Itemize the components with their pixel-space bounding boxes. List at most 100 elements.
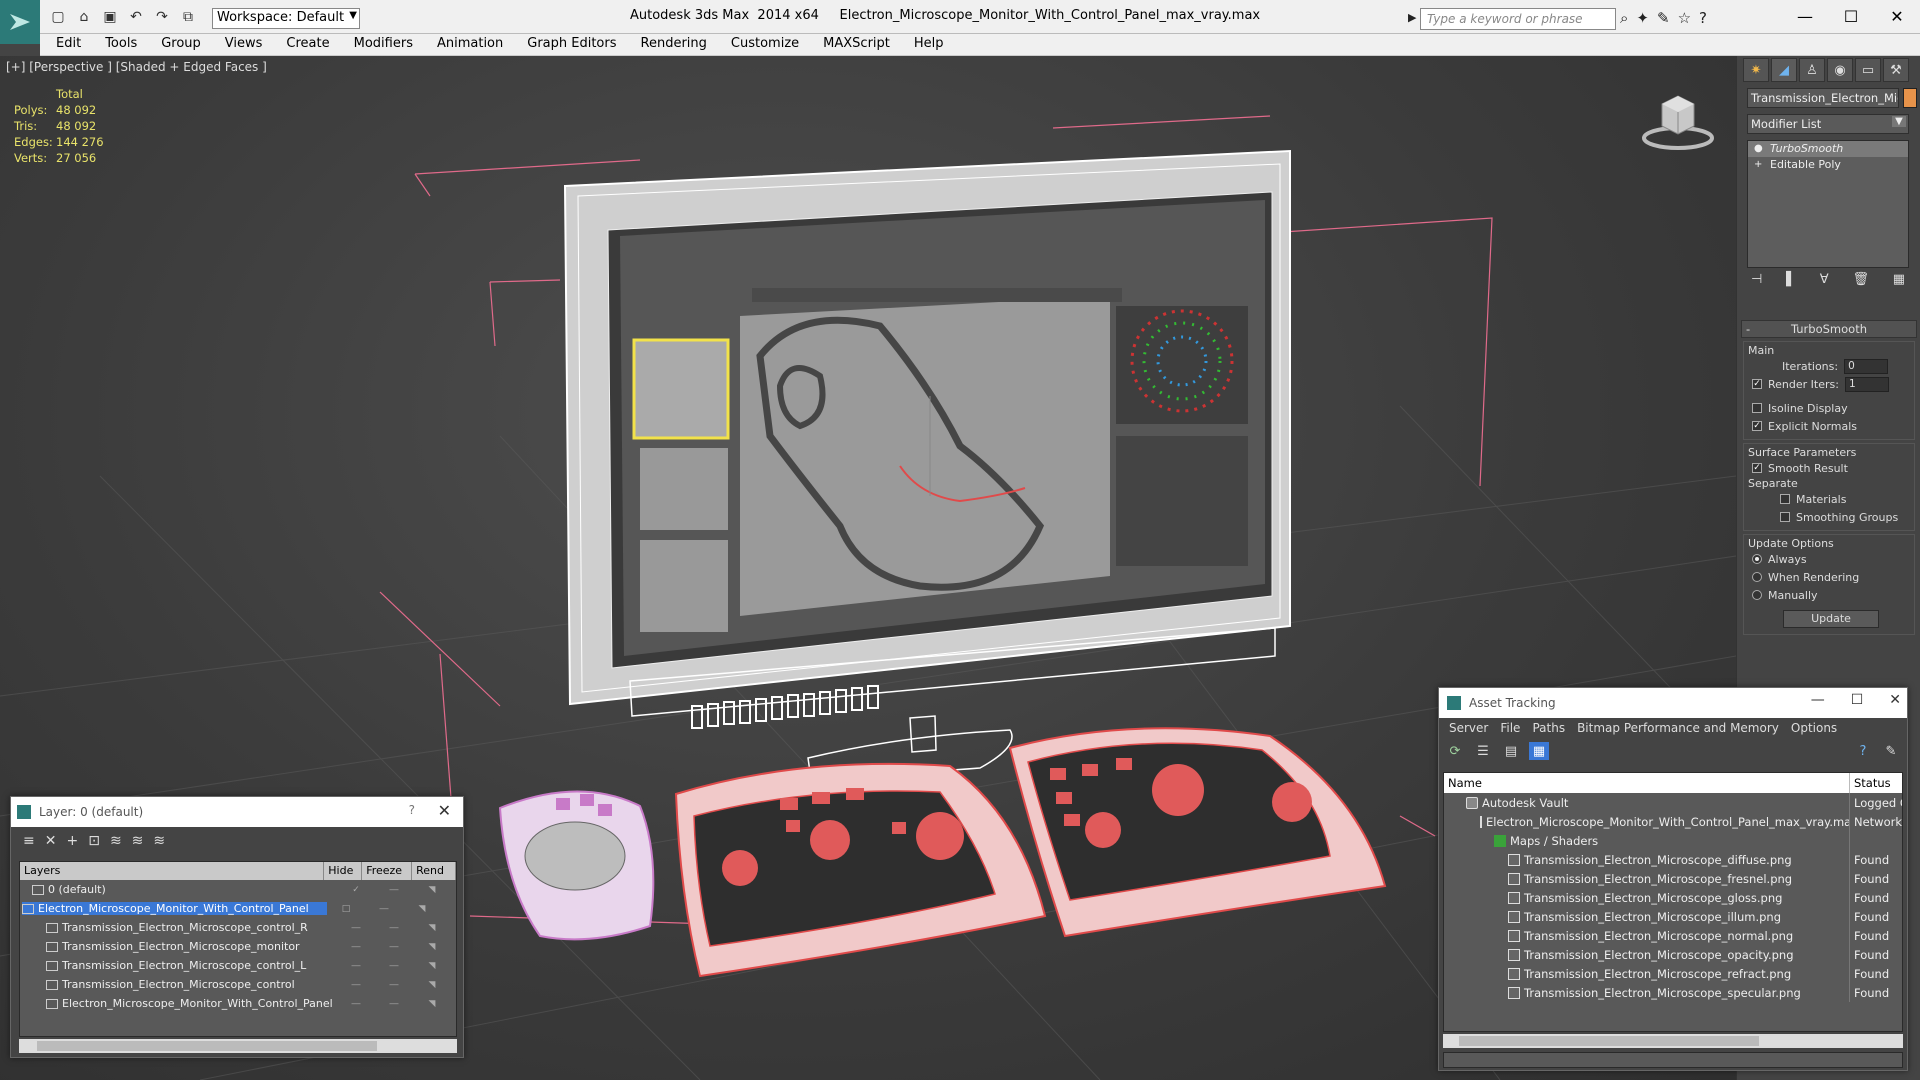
horizontal-scrollbar[interactable] bbox=[19, 1039, 457, 1053]
update-button[interactable]: Update bbox=[1783, 610, 1879, 628]
menu-server[interactable]: Server bbox=[1443, 721, 1494, 735]
undo-icon[interactable]: ↶ bbox=[126, 8, 146, 26]
binoculars-icon[interactable]: ⌕ bbox=[1620, 9, 1628, 27]
open-file-icon[interactable]: ⌂ bbox=[74, 8, 94, 26]
layer-row[interactable]: Electron_Microscope_Monitor_With_Control… bbox=[20, 899, 456, 918]
layer-row[interactable]: Transmission_Electron_Microscope_monitor… bbox=[20, 937, 456, 956]
render-icon[interactable]: ◥ bbox=[413, 942, 451, 952]
search-input[interactable]: Type a keyword or phrase bbox=[1420, 8, 1616, 30]
object-name-field[interactable]: Transmission_Electron_Micros bbox=[1747, 88, 1899, 108]
rollout-header[interactable]: - TurboSmooth bbox=[1741, 320, 1917, 338]
new-layer-icon[interactable]: ≡ bbox=[23, 833, 35, 849]
viewport-label[interactable]: [+] [Perspective ] [Shaded + Edged Faces… bbox=[6, 60, 267, 74]
asset-row[interactable]: Transmission_Electron_Microscope_gloss.p… bbox=[1444, 888, 1902, 907]
menu-views[interactable]: Views bbox=[213, 34, 275, 55]
save-file-icon[interactable]: ▣ bbox=[100, 8, 120, 26]
redo-icon[interactable]: ↷ bbox=[152, 8, 172, 26]
scrollbar-thumb[interactable] bbox=[1459, 1036, 1759, 1046]
smoothing-groups-checkbox[interactable] bbox=[1780, 512, 1790, 522]
layer-row[interactable]: Transmission_Electron_Microscope_control… bbox=[20, 975, 456, 994]
menu-paths[interactable]: Paths bbox=[1526, 721, 1571, 735]
menu-bitmap-performance[interactable]: Bitmap Performance and Memory bbox=[1571, 721, 1785, 735]
column-hide[interactable]: Hide bbox=[324, 862, 363, 880]
asset-row[interactable]: Transmission_Electron_Microscope_diffuse… bbox=[1444, 850, 1902, 869]
menu-graph-editors[interactable]: Graph Editors bbox=[515, 34, 628, 55]
menu-modifiers[interactable]: Modifiers bbox=[342, 34, 425, 55]
render-icon[interactable]: ◥ bbox=[413, 961, 451, 971]
smooth-result-checkbox[interactable]: ✓ bbox=[1752, 463, 1762, 473]
help-icon[interactable]: ? bbox=[1853, 742, 1873, 760]
always-radio[interactable] bbox=[1752, 554, 1762, 564]
make-unique-icon[interactable]: ∀ bbox=[1820, 272, 1829, 292]
new-file-icon[interactable]: ▢ bbox=[48, 8, 68, 26]
horizontal-scrollbar[interactable] bbox=[1443, 1034, 1903, 1048]
freeze-dash-icon[interactable]: ― bbox=[375, 999, 413, 1009]
asset-row[interactable]: Transmission_Electron_Microscope_normal.… bbox=[1444, 926, 1902, 945]
create-tab-icon[interactable]: ✷ bbox=[1743, 58, 1769, 82]
asset-row[interactable]: Transmission_Electron_Microscope_fresnel… bbox=[1444, 869, 1902, 888]
menu-maxscript[interactable]: MAXScript bbox=[811, 34, 902, 55]
iterations-spinner[interactable]: 0 bbox=[1844, 358, 1889, 374]
menu-edit[interactable]: Edit bbox=[40, 34, 93, 55]
configure-sets-icon[interactable]: ▦ bbox=[1893, 272, 1905, 292]
freeze-dash-icon[interactable]: ― bbox=[375, 942, 413, 952]
menu-help[interactable]: Help bbox=[902, 34, 956, 55]
pin-stack-icon[interactable]: ⊣ bbox=[1751, 272, 1762, 292]
help-icon[interactable]: ? bbox=[1699, 9, 1707, 27]
column-render[interactable]: Rend bbox=[412, 862, 456, 880]
close-icon[interactable]: ✕ bbox=[438, 801, 451, 820]
menu-group[interactable]: Group bbox=[149, 34, 213, 55]
modifier-list-dropdown[interactable]: Modifier List ▼ bbox=[1747, 114, 1909, 134]
lightbulb-icon[interactable]: ● bbox=[1754, 143, 1763, 154]
isoline-checkbox[interactable] bbox=[1752, 403, 1762, 413]
freeze-dash-icon[interactable]: ― bbox=[375, 885, 413, 895]
asset-row[interactable]: Maps / Shaders bbox=[1444, 831, 1902, 850]
freeze-dash-icon[interactable]: ― bbox=[375, 980, 413, 990]
maximize-button[interactable]: ☐ bbox=[1851, 692, 1864, 708]
menu-animation[interactable]: Animation bbox=[425, 34, 515, 55]
render-iters-spinner[interactable]: 1 bbox=[1844, 376, 1889, 392]
freeze-dash-icon[interactable]: ― bbox=[375, 961, 413, 971]
render-icon[interactable]: ◥ bbox=[413, 885, 451, 895]
freeze-dash-icon[interactable]: ― bbox=[375, 923, 413, 933]
favorites-icon[interactable]: ☆ bbox=[1678, 9, 1691, 27]
maximize-button[interactable]: ☐ bbox=[1828, 0, 1874, 32]
modifier-stack[interactable]: ● TurboSmooth + Editable Poly bbox=[1747, 140, 1909, 268]
layer-row[interactable]: Electron_Microscope_Monitor_With_Control… bbox=[20, 994, 456, 1013]
freeze-dash-icon[interactable]: ― bbox=[365, 904, 403, 914]
communication-icon[interactable]: ✎ bbox=[1657, 9, 1670, 27]
render-icon[interactable]: ◥ bbox=[403, 904, 441, 914]
menu-file[interactable]: File bbox=[1494, 721, 1526, 735]
asset-row[interactable]: Transmission_Electron_Microscope_refract… bbox=[1444, 964, 1902, 983]
hide-dash-icon[interactable]: ― bbox=[337, 999, 375, 1009]
layer-row[interactable]: Transmission_Electron_Microscope_control… bbox=[20, 918, 456, 937]
when-rendering-radio[interactable] bbox=[1752, 572, 1762, 582]
select-objects-icon[interactable]: ⊡ bbox=[88, 833, 100, 849]
dialog-title-bar[interactable]: Layer: 0 (default) ? ✕ bbox=[11, 797, 463, 827]
column-layers[interactable]: Layers bbox=[20, 862, 325, 880]
help-button[interactable]: ? bbox=[409, 803, 415, 817]
close-button[interactable]: ✕ bbox=[1874, 0, 1920, 32]
column-name[interactable]: Name bbox=[1444, 773, 1850, 793]
materials-checkbox[interactable] bbox=[1780, 494, 1790, 504]
tree-view-icon[interactable]: ▤ bbox=[1501, 742, 1521, 760]
asset-row[interactable]: Transmission_Electron_Microscope_illum.p… bbox=[1444, 907, 1902, 926]
render-icon[interactable]: ◥ bbox=[413, 923, 451, 933]
workspace-select[interactable]: Workspace: Default ▼ bbox=[212, 8, 360, 29]
asset-row[interactable]: Transmission_Electron_Microscope_specula… bbox=[1444, 983, 1902, 1002]
table-view-icon[interactable]: ▦ bbox=[1529, 742, 1549, 760]
manually-radio[interactable] bbox=[1752, 590, 1762, 600]
modify-tab-icon[interactable]: ◢ bbox=[1771, 58, 1797, 82]
column-freeze[interactable]: Freeze bbox=[362, 862, 413, 880]
freeze-all-icon[interactable]: ≋ bbox=[153, 833, 165, 849]
menu-tools[interactable]: Tools bbox=[93, 34, 149, 55]
hide-all-icon[interactable]: ≋ bbox=[132, 833, 144, 849]
list-view-icon[interactable]: ☰ bbox=[1473, 742, 1493, 760]
delete-layer-icon[interactable]: ✕ bbox=[45, 833, 57, 849]
menu-rendering[interactable]: Rendering bbox=[629, 34, 719, 55]
layer-row[interactable]: 0 (default) ✓ ― ◥ bbox=[20, 880, 456, 899]
explicit-normals-checkbox[interactable]: ✓ bbox=[1752, 421, 1762, 431]
minimize-button[interactable]: — bbox=[1782, 0, 1828, 32]
hold-icon[interactable]: ⧉ bbox=[178, 8, 198, 26]
stack-item-turbosmooth[interactable]: ● TurboSmooth bbox=[1748, 141, 1908, 157]
